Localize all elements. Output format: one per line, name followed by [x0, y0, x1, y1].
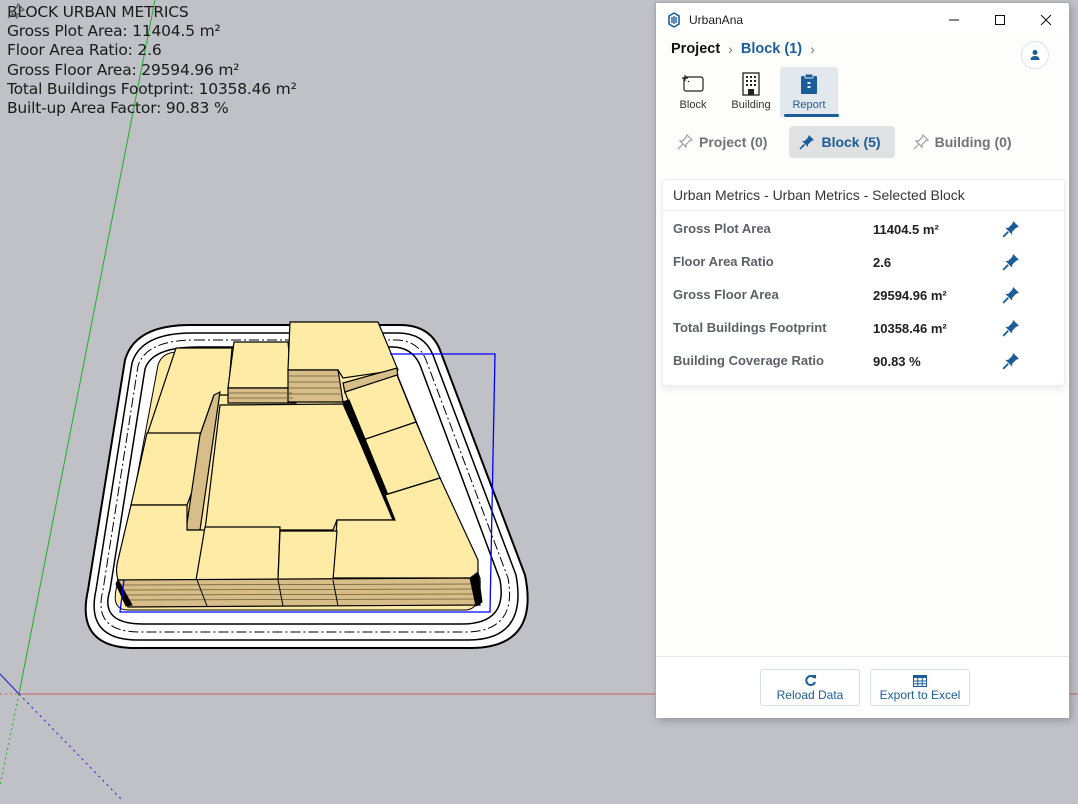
metric-label: Gross Floor Area — [673, 287, 779, 302]
pin-tab-project[interactable]: Project (0) — [667, 126, 781, 158]
user-avatar-button[interactable] — [1021, 41, 1049, 69]
pin-filled-icon[interactable] — [1002, 352, 1020, 370]
pin-filled-icon[interactable] — [1002, 253, 1020, 271]
reload-data-button[interactable]: Reload Data — [760, 669, 860, 706]
pin-filled-icon[interactable] — [1002, 286, 1020, 304]
main-nav-tabs: Block Building Report — [664, 67, 839, 117]
pin-filled-icon — [799, 135, 815, 150]
card-title: Urban Metrics - Urban Metrics - Selected… — [663, 180, 1064, 211]
minimize-icon — [949, 19, 959, 21]
close-icon — [1040, 14, 1052, 26]
metric-label: Gross Plot Area — [673, 221, 771, 236]
breadcrumb-project[interactable]: Project — [671, 41, 720, 57]
metrics-list: Gross Plot Area 11404.5 m² Floor Area Ra… — [663, 211, 1064, 376]
close-button[interactable] — [1023, 3, 1069, 37]
pin-tab-building-label: Building (0) — [934, 134, 1012, 150]
overlay-line-floor-area-ratio: Floor Area Ratio: 2.6 — [7, 41, 162, 60]
minimize-button[interactable] — [931, 3, 977, 37]
pin-tab-block-label: Block (5) — [821, 134, 881, 150]
maximize-button[interactable] — [977, 3, 1023, 37]
reload-icon — [804, 675, 816, 686]
tab-report-label: Report — [792, 99, 826, 111]
title-bar[interactable]: UrbanAna — [656, 3, 1069, 37]
breadcrumb: Project › Block (1) › — [671, 41, 823, 57]
pin-outline-icon — [7, 3, 25, 19]
table-icon — [913, 674, 927, 687]
urbanana-window: UrbanAna Project › Block (1) › Block Bui… — [656, 3, 1069, 718]
metric-value: 29594.96 m² — [873, 288, 947, 303]
chevron-right-icon: › — [728, 41, 733, 57]
metric-value: 10358.46 m² — [873, 321, 947, 336]
metric-value: 2.6 — [873, 255, 892, 270]
pin-filled-icon[interactable] — [1002, 319, 1020, 337]
axis-green-negative — [0, 693, 20, 786]
metric-label: Total Buildings Footprint — [673, 320, 827, 335]
metrics-card: Urban Metrics - Urban Metrics - Selected… — [662, 179, 1065, 386]
clipboard-icon — [801, 73, 817, 94]
overlay-line-built-up-factor: Built-up Area Factor: 90.83 % — [7, 99, 229, 118]
window-footer: Reload Data Export to Excel — [656, 656, 1069, 718]
overlay-title: BLOCK URBAN METRICS — [7, 3, 297, 22]
export-excel-label: Export to Excel — [879, 687, 961, 702]
pin-outline-icon — [677, 134, 693, 150]
tab-building-label: Building — [731, 99, 771, 111]
export-excel-button[interactable]: Export to Excel — [870, 669, 970, 706]
maximize-icon — [995, 15, 1005, 25]
pin-filled-icon[interactable] — [1002, 220, 1020, 238]
user-icon — [1030, 50, 1040, 60]
overlay-line-gross-floor-area: Gross Floor Area: 29594.96 m² — [7, 60, 240, 79]
pin-tab-block[interactable]: Block (5) — [789, 126, 895, 158]
metric-value: 11404.5 m² — [873, 222, 939, 237]
window-title: UrbanAna — [689, 13, 744, 27]
metric-label: Building Coverage Ratio — [673, 353, 824, 368]
overlay-title-text: BLOCK URBAN METRICS — [7, 3, 189, 21]
metric-row: Building Coverage Ratio 90.83 % — [663, 343, 1064, 376]
app-logo-icon — [668, 12, 680, 28]
tab-report[interactable]: Report — [780, 67, 839, 117]
pin-tab-building[interactable]: Building (0) — [903, 126, 1026, 158]
breadcrumb-block[interactable]: Block (1) — [741, 41, 802, 57]
metric-row: Floor Area Ratio 2.6 — [663, 244, 1064, 277]
tab-block-label: Block — [679, 99, 707, 111]
pin-tab-project-label: Project (0) — [699, 134, 768, 150]
metric-row: Gross Plot Area 11404.5 m² — [663, 211, 1064, 244]
building-icon — [742, 72, 760, 96]
tab-block[interactable]: Block — [664, 67, 722, 117]
metric-row: Total Buildings Footprint 10358.46 m² — [663, 310, 1064, 343]
metric-label: Floor Area Ratio — [673, 254, 774, 269]
axis-blue — [0, 673, 20, 695]
overlay-line-total-footprint: Total Buildings Footprint: 10358.46 m² — [7, 79, 297, 98]
block-add-icon — [682, 75, 704, 92]
metrics-overlay: BLOCK URBAN METRICS Gross Plot Area: 114… — [7, 3, 297, 118]
pin-filter-tabs: Project (0) Block (5) Building (0) — [667, 126, 1034, 158]
axis-blue-negative — [18, 693, 123, 801]
chevron-right-icon: › — [810, 41, 815, 57]
overlay-line-gross-plot-area: Gross Plot Area: 11404.5 m² — [7, 22, 221, 41]
metric-row: Gross Floor Area 29594.96 m² — [663, 277, 1064, 310]
reload-data-label: Reload Data — [776, 687, 844, 702]
metric-value: 90.83 % — [873, 354, 921, 369]
pin-outline-icon — [913, 134, 929, 150]
tab-building[interactable]: Building — [722, 67, 780, 117]
